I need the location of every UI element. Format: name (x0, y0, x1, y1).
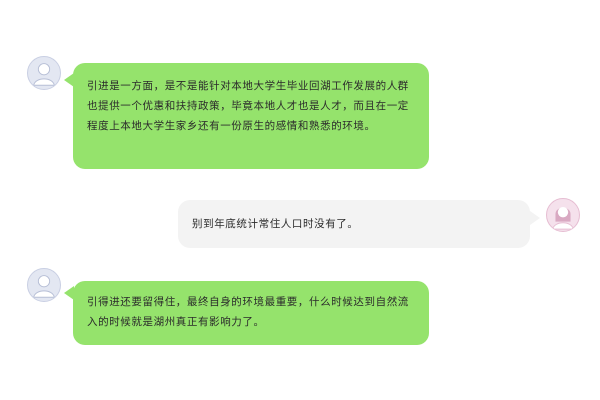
user-avatar-icon[interactable] (27, 268, 61, 302)
message-bubble-incoming: 引进是一方面，是不是能针对本地大学生毕业回湖工作发展的人群也提供一个优惠和扶持政… (73, 63, 429, 169)
message-bubble-incoming: 引得进还要留得住，最终自身的环境最重要，什么时候达到自然流入的时候就是湖州真正有… (73, 281, 429, 345)
user-avatar-icon[interactable] (546, 198, 580, 232)
message-bubble-outgoing: 别到年底统计常住人口时没有了。 (178, 200, 530, 248)
user-avatar-icon[interactable] (27, 56, 61, 90)
bubble-tail (530, 211, 540, 225)
chat-window: 引进是一方面，是不是能针对本地大学生毕业回湖工作发展的人群也提供一个优惠和扶持政… (0, 0, 600, 400)
